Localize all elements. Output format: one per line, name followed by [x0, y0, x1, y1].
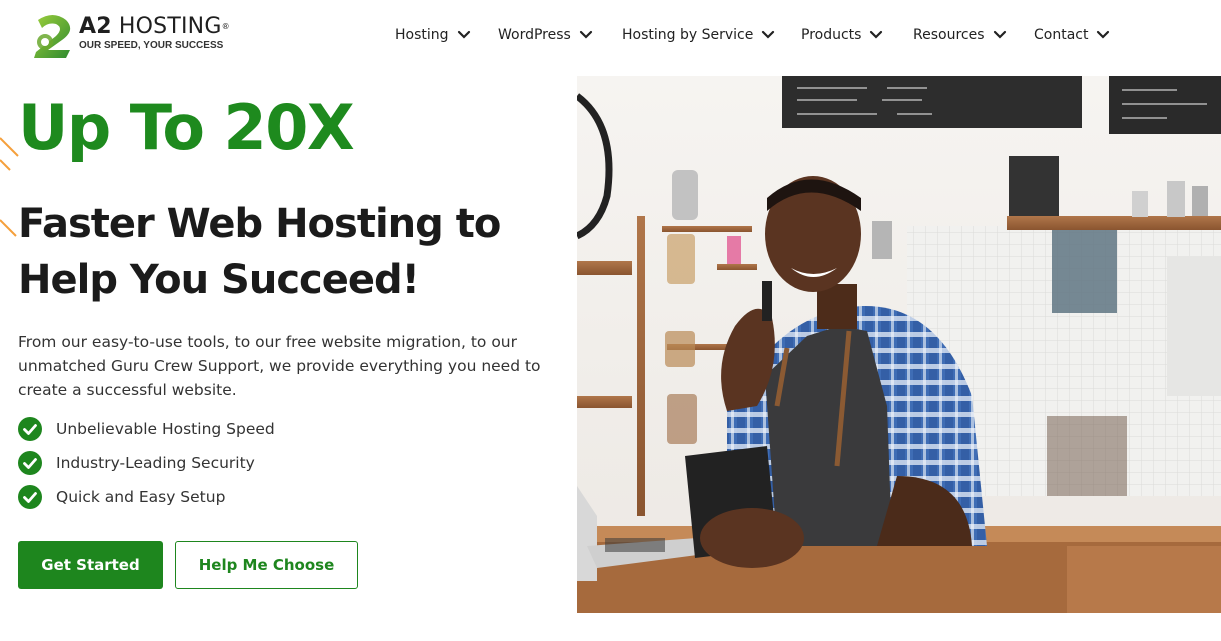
main-nav: Hosting WordPress Hosting by Service Pro… — [0, 24, 1221, 46]
chevron-down-icon — [870, 30, 883, 39]
nav-item-products[interactable]: Products — [801, 24, 883, 46]
feature-list: Unbelievable Hosting Speed Industry-Lead… — [18, 412, 275, 514]
nav-item-contact[interactable]: Contact — [1034, 24, 1110, 46]
get-started-button[interactable]: Get Started — [18, 541, 163, 589]
feature-label: Industry-Leading Security — [56, 454, 255, 472]
nav-label: Resources — [913, 27, 985, 43]
hero-description: From our easy-to-use tools, to our free … — [18, 333, 541, 399]
feature-item: Unbelievable Hosting Speed — [18, 412, 275, 446]
nav-item-hosting[interactable]: Hosting — [395, 24, 471, 46]
chevron-down-icon — [579, 30, 592, 39]
nav-label: Products — [801, 27, 862, 43]
nav-item-wordpress[interactable]: WordPress — [498, 24, 593, 46]
chevron-down-icon — [762, 30, 775, 39]
hero-photo-barista-icon — [577, 76, 1221, 613]
hero-subheadline: Faster Web Hosting to Help You Succeed! — [18, 201, 501, 303]
chevron-down-icon — [1097, 30, 1110, 39]
check-circle-icon — [18, 451, 42, 475]
hero-photo — [577, 76, 1221, 613]
chevron-down-icon — [993, 30, 1006, 39]
nav-label: WordPress — [498, 27, 571, 43]
check-circle-icon — [18, 417, 42, 441]
nav-item-hosting-by-service[interactable]: Hosting by Service — [622, 24, 775, 46]
nav-item-resources[interactable]: Resources — [913, 24, 1007, 46]
check-circle-icon — [18, 485, 42, 509]
feature-label: Quick and Easy Setup — [56, 488, 226, 506]
feature-label: Unbelievable Hosting Speed — [56, 420, 275, 438]
hero-headline: Up To 20X — [18, 91, 355, 164]
feature-item: Quick and Easy Setup — [18, 480, 275, 514]
nav-label: Contact — [1034, 27, 1089, 43]
help-me-choose-button[interactable]: Help Me Choose — [175, 541, 358, 589]
nav-label: Hosting by Service — [622, 27, 754, 43]
chevron-down-icon — [457, 30, 470, 39]
nav-label: Hosting — [395, 27, 449, 43]
feature-item: Industry-Leading Security — [18, 446, 275, 480]
